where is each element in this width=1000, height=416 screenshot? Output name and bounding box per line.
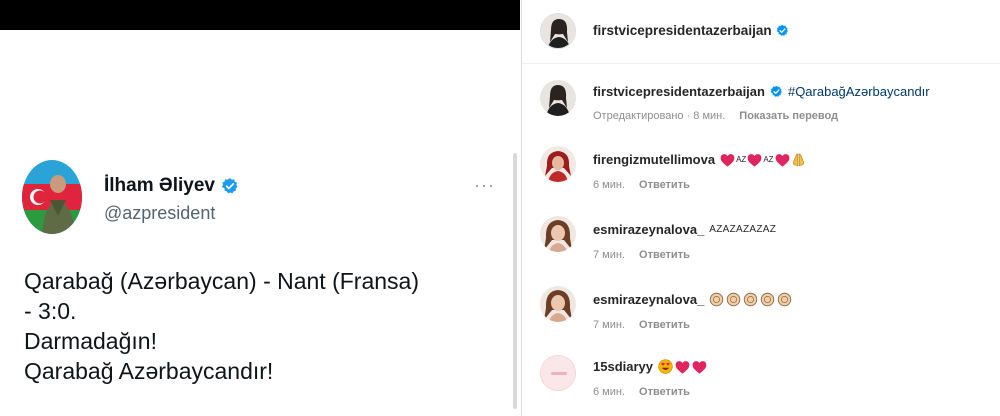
clap-emoji-icon	[710, 292, 724, 307]
comment-time: 6 мин.	[593, 386, 626, 398]
tweet-author-handle[interactable]: @azpresident	[104, 203, 215, 224]
heart-emoji-icon	[720, 153, 735, 167]
more-options-icon[interactable]: ···	[474, 175, 495, 196]
caption-author[interactable]: firstvicepresidentazerbaijan	[593, 84, 765, 99]
tweet-text-line: Darmadağın!	[24, 328, 157, 354]
comment-text	[658, 359, 707, 374]
show-translation-button[interactable]: Показать перевод	[739, 110, 838, 122]
edited-time: Отредактировано · 8 мин.	[593, 110, 726, 122]
comment-text: AZAZAZAZAZ	[709, 224, 777, 235]
caption-line: firstvicepresidentazerbaijan #QarabağAzə…	[593, 84, 930, 99]
tweet-author-name[interactable]: İlham Əliyev	[104, 175, 239, 197]
verified-badge-icon	[776, 24, 788, 36]
comment-time: 7 мин.	[593, 319, 626, 331]
avatar[interactable]	[540, 13, 576, 49]
clap-emoji-icon	[778, 292, 792, 307]
heart-emoji-icon	[675, 360, 690, 374]
comment-line: esmirazeynalova_	[593, 292, 792, 307]
heart-emoji-icon	[747, 153, 762, 167]
folded-hands-emoji-icon	[792, 153, 804, 167]
post-author-name: firstvicepresidentazerbaijan	[593, 23, 772, 38]
comment-text-part: AZ	[763, 155, 774, 164]
comment-line: firengizmutellimova AZ AZ	[593, 152, 806, 167]
avatar[interactable]	[540, 80, 576, 116]
comment-text-part: AZ	[736, 155, 747, 164]
comment-text: AZ AZ	[720, 152, 805, 167]
clap-emoji-icon	[727, 292, 741, 307]
reply-button[interactable]: Ответить	[639, 249, 690, 261]
comment-author[interactable]: 15sdiaryy	[593, 359, 653, 374]
reply-button[interactable]: Ответить	[639, 386, 690, 398]
comment-author[interactable]: esmirazeynalova_	[593, 222, 704, 237]
instagram-panel: firstvicepresidentazerbaijan firstvicepr…	[521, 0, 1000, 416]
tweet-text-line: Qarabağ Azərbaycandır!	[24, 358, 274, 384]
comment-time: 7 мин.	[593, 249, 626, 261]
hashtag-link[interactable]: #QarabağAzərbaycandır	[788, 84, 930, 99]
tweet-author-name-text: İlham Əliyev	[104, 175, 215, 196]
verified-badge-icon	[221, 178, 238, 194]
heart-emoji-icon	[692, 360, 707, 374]
comment-meta: 6 мин. Ответить	[593, 179, 690, 191]
tweet-text: Qarabağ (Azərbaycan) - Nant (Fransa) - 3…	[24, 266, 504, 386]
heart-eyes-emoji-icon	[658, 359, 673, 374]
comment-line: 15sdiaryy	[593, 359, 707, 374]
tweet-panel: İlham Əliyev @azpresident ··· Qarabağ (A…	[0, 0, 520, 416]
black-top-bar	[0, 0, 520, 30]
comment-meta: 6 мин. Ответить	[593, 386, 690, 398]
avatar[interactable]	[540, 216, 576, 252]
heart-emoji-icon	[775, 153, 789, 167]
tweet-avatar[interactable]	[22, 160, 82, 234]
comment-author[interactable]: firengizmutellimova	[593, 152, 715, 167]
verified-badge-icon	[770, 85, 782, 97]
avatar[interactable]	[540, 355, 576, 391]
comment-meta: 7 мин. Ответить	[593, 249, 690, 261]
comment-line: esmirazeynalova_ AZAZAZAZAZ	[593, 222, 776, 237]
tweet-text-line: - 3:0.	[24, 298, 77, 324]
comment-text	[709, 292, 792, 307]
post-author[interactable]: firstvicepresidentazerbaijan	[593, 23, 789, 38]
reply-button[interactable]: Ответить	[639, 319, 690, 331]
clap-emoji-icon	[761, 292, 775, 307]
caption-meta: Отредактировано · 8 мин. Показать перево…	[593, 110, 838, 122]
comment-meta: 7 мин. Ответить	[593, 319, 690, 331]
comment-author[interactable]: esmirazeynalova_	[593, 292, 704, 307]
post-header: firstvicepresidentazerbaijan	[522, 0, 1000, 64]
comment-time: 6 мин.	[593, 179, 626, 191]
scrollbar[interactable]	[513, 153, 517, 409]
clap-emoji-icon	[744, 292, 758, 307]
tweet-text-line: Qarabağ (Azərbaycan) - Nant (Fransa)	[24, 268, 419, 294]
avatar[interactable]	[540, 146, 576, 182]
avatar[interactable]	[540, 286, 576, 322]
reply-button[interactable]: Ответить	[639, 179, 690, 191]
